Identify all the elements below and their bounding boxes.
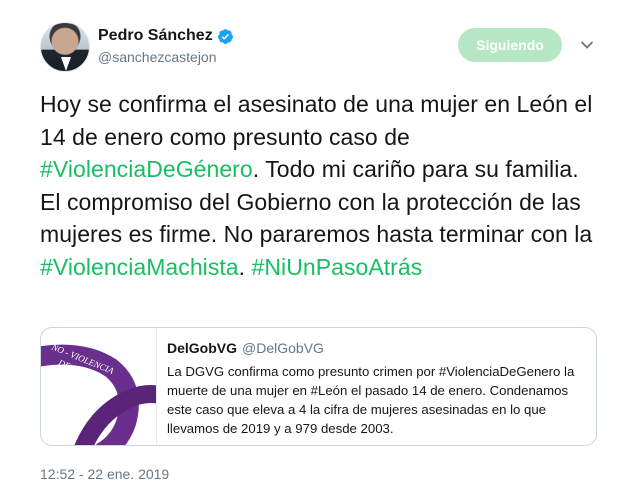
quoted-handle: @DelGobVG xyxy=(242,340,324,356)
hashtag-link[interactable]: #ViolenciaDeGénero xyxy=(40,156,253,182)
author-avatar[interactable] xyxy=(40,22,90,72)
quoted-display-name: DelGobVG xyxy=(167,340,238,356)
hashtag-link[interactable]: #ViolenciaMachista xyxy=(40,254,239,280)
tweet-text-segment: Hoy se confirma el asesinato de una muje… xyxy=(40,91,593,150)
quoted-tweet-image[interactable]: NO - VIOLENCIA DE GÉNERO xyxy=(41,328,157,445)
tweet-text: Hoy se confirma el asesinato de una muje… xyxy=(40,88,600,283)
tweet-header: Pedro Sánchez @sanchezcastejon Siguiendo xyxy=(40,22,600,74)
chevron-down-icon[interactable] xyxy=(578,36,596,54)
author-display-name[interactable]: Pedro Sánchez xyxy=(98,27,213,45)
author-info: Pedro Sánchez @sanchezcastejon xyxy=(98,25,234,65)
hashtag-link[interactable]: #NiUnPasoAtrás xyxy=(252,254,423,280)
author-handle[interactable]: @sanchezcastejon xyxy=(98,49,234,65)
verified-badge-icon xyxy=(217,28,234,45)
quoted-tweet-body: DelGobVG @DelGobVG La DGVG confirma como… xyxy=(167,340,587,438)
following-button[interactable]: Siguiendo xyxy=(458,28,562,62)
quoted-tweet[interactable]: NO - VIOLENCIA DE GÉNERO DelGobVG @DelGo… xyxy=(40,327,597,446)
tweet-timestamp[interactable]: 12:52 - 22 ene. 2019 xyxy=(40,466,169,482)
quoted-text: La DGVG confirma como presunto crimen po… xyxy=(167,364,575,436)
tweet-text-segment: . xyxy=(238,253,252,280)
